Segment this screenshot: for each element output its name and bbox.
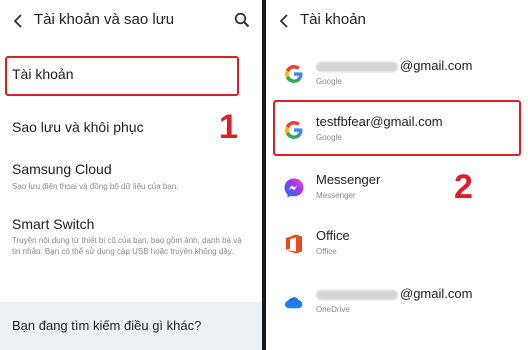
redacted-text (316, 61, 398, 72)
account-row[interactable]: @gmail.com OneDrive (266, 280, 528, 332)
highlight-box (5, 56, 239, 96)
account-type: OneDrive (316, 305, 350, 314)
menu-item-label: Samsung Cloud (12, 161, 112, 177)
account-row[interactable]: Office Office (266, 222, 528, 274)
menu-item-label: Smart Switch (12, 216, 95, 232)
account-email: @gmail.com (316, 286, 472, 301)
account-row[interactable]: Messenger Messenger (266, 166, 528, 218)
account-email-domain: @gmail.com (400, 286, 473, 301)
account-email: @gmail.com (316, 58, 472, 73)
menu-item-description: Sao lưu điện thoại và đồng bộ dữ liệu củ… (12, 182, 179, 191)
accounts-screen: Tài khoản @gmail.com Google testfbfear@g… (266, 0, 528, 350)
onedrive-icon (285, 297, 303, 309)
menu-item-samsung-cloud[interactable]: Samsung Cloud Sao lưu điện thoại và đồng… (0, 155, 262, 205)
office-icon (286, 234, 302, 254)
search-icon[interactable] (234, 12, 250, 28)
menu-item-description: Truyền nội dung từ thiết bị cũ của bạn, … (12, 236, 242, 256)
header: Tài khoản (266, 0, 528, 42)
menu-item-label: Sao lưu và khôi phục (12, 119, 144, 135)
account-type: Office (316, 247, 337, 256)
menu-item-smart-switch[interactable]: Smart Switch Truyền nội dung từ thiết bị… (0, 210, 262, 280)
account-row[interactable]: @gmail.com Google (266, 52, 528, 104)
page-title: Tài khoản (300, 11, 366, 28)
highlight-box (273, 100, 521, 156)
google-icon (285, 65, 303, 83)
account-name: Office (316, 228, 350, 243)
account-backup-screen: Tài khoản và sao lưu Tài khoản Sao lưu v… (0, 0, 262, 350)
redacted-text (316, 289, 398, 300)
back-arrow-icon[interactable] (278, 12, 292, 30)
messenger-icon (284, 178, 304, 198)
account-type: Messenger (316, 191, 356, 200)
account-email-domain: @gmail.com (400, 58, 473, 73)
account-type: Google (316, 77, 342, 86)
page-title: Tài khoản và sao lưu (34, 11, 175, 28)
step-number: 1 (219, 108, 238, 146)
account-name: Messenger (316, 172, 381, 187)
header: Tài khoản và sao lưu (0, 0, 262, 42)
suggestion-card[interactable]: Bạn đang tìm kiếm điều gì khác? (0, 302, 262, 350)
back-arrow-icon[interactable] (12, 12, 26, 30)
suggestion-text: Bạn đang tìm kiếm điều gì khác? (12, 318, 202, 333)
